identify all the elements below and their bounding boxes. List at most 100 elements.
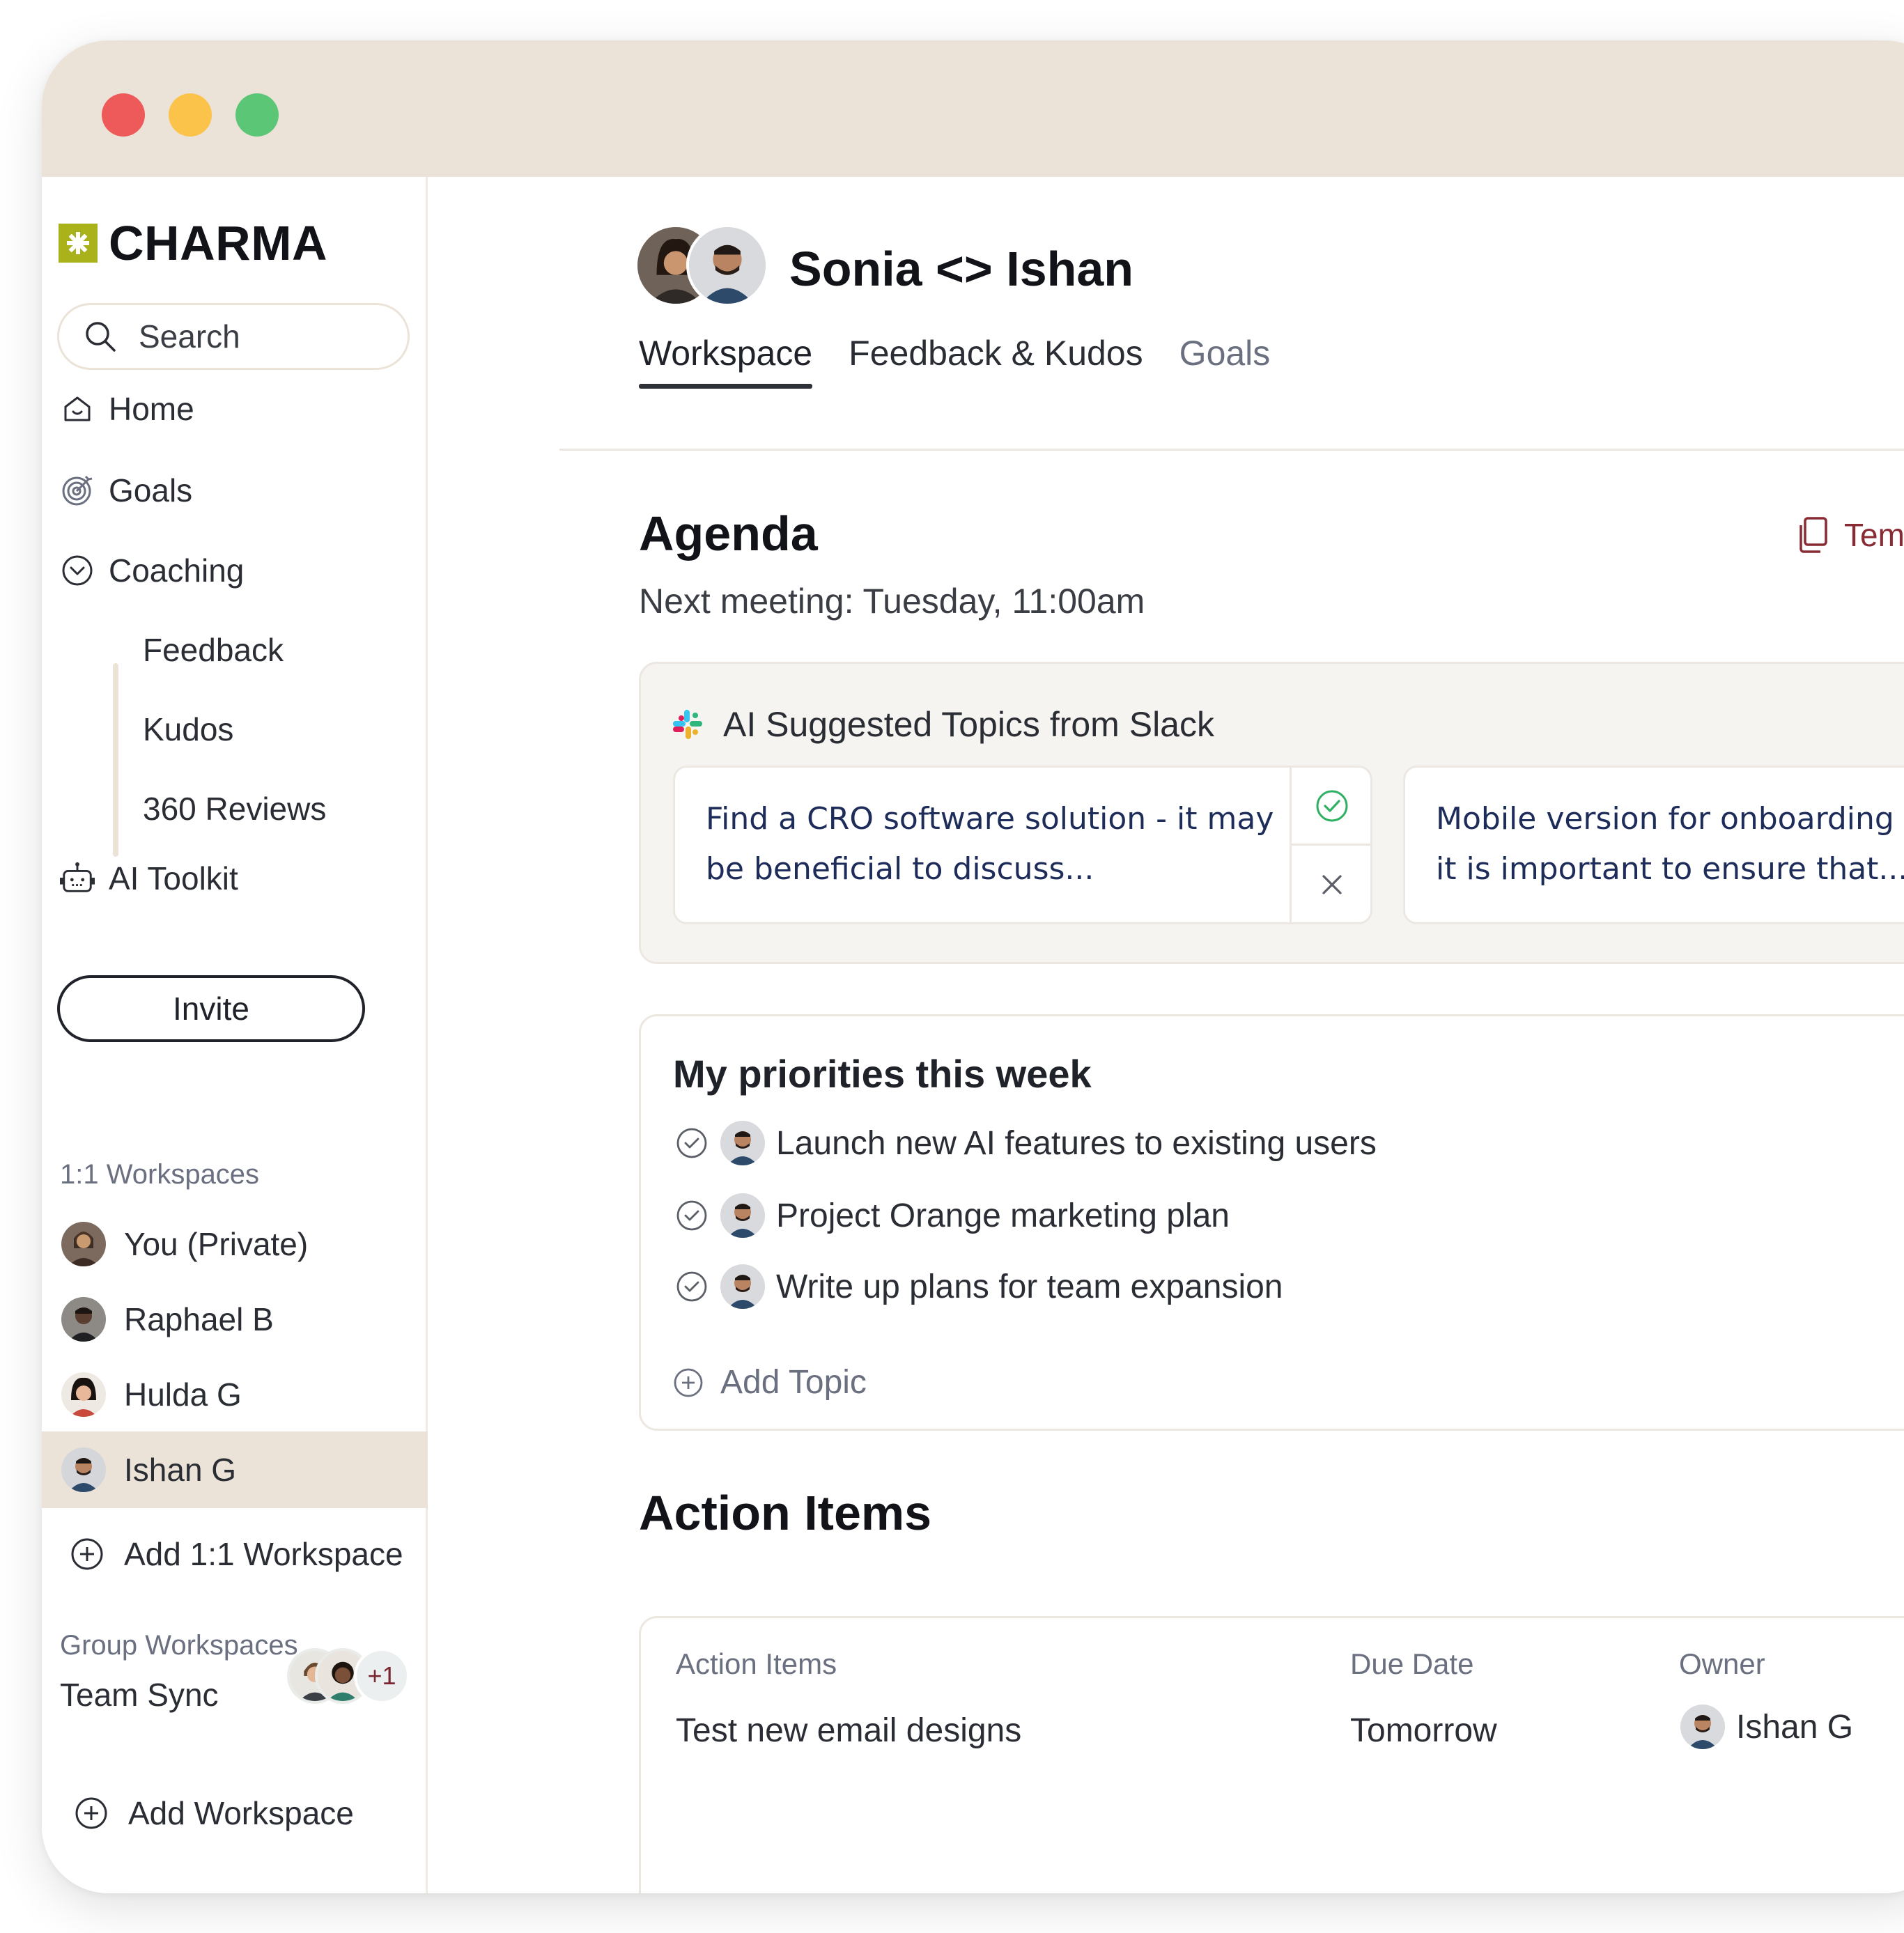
group-workspace-team-sync[interactable]: Team Sync [60, 1676, 219, 1714]
ai-panel-title: AI Suggested Topics from Slack [723, 705, 1214, 744]
title-bar [42, 40, 1904, 177]
avatar [720, 1121, 765, 1165]
workspace-item-hulda[interactable]: Hulda G [42, 1356, 428, 1433]
group-avatar-stack[interactable]: +1 [287, 1648, 411, 1705]
copy-icon [1799, 517, 1827, 553]
check-circle-icon[interactable] [676, 1127, 708, 1159]
action-item-text[interactable]: Test new email designs [676, 1711, 1021, 1750]
check-circle-icon [1316, 790, 1348, 821]
column-header-action-items[interactable]: Action Items [676, 1647, 837, 1681]
workspace-name: Hulda G [124, 1376, 242, 1413]
action-item-owner[interactable]: Ishan G [1680, 1705, 1853, 1749]
sidebar-item-360-reviews[interactable]: 360 Reviews [143, 790, 326, 828]
sidebar-item-label: AI Toolkit [109, 860, 238, 896]
accept-topic-button[interactable] [1292, 768, 1372, 846]
search-box[interactable] [57, 303, 410, 370]
check-circle-icon[interactable] [676, 1200, 708, 1232]
minimize-window-button[interactable] [169, 93, 212, 137]
suggested-topic-card[interactable]: Mobile version for onboarding f it is im… [1403, 766, 1904, 924]
one-on-one-workspaces-label: 1:1 Workspaces [60, 1159, 260, 1190]
add-group-workspace[interactable]: Add Workspace [74, 1794, 354, 1832]
topic-actions [1290, 768, 1372, 924]
sidebar-item-label: Home [109, 391, 194, 427]
avatar [686, 224, 768, 306]
avatar [61, 1372, 106, 1417]
extra-members-count: +1 [354, 1648, 410, 1704]
column-header-owner[interactable]: Owner [1679, 1647, 1765, 1681]
suggested-topic-card[interactable]: Find a CRO software solution - it may be… [673, 766, 1372, 924]
target-icon [60, 473, 95, 508]
avatar [61, 1297, 106, 1342]
close-icon [1322, 875, 1342, 894]
ai-panel-heading: AI Suggested Topics from Slack [672, 704, 1214, 745]
sidebar-item-label: Coaching [109, 552, 245, 589]
owner-name: Ishan G [1736, 1708, 1854, 1746]
ai-suggested-topics-panel: AI Suggested Topics from Slack Find a CR… [639, 662, 1904, 964]
priority-text: Launch new AI features to existing users [776, 1124, 1377, 1162]
avatar [1680, 1705, 1725, 1749]
topic-line: be beneficial to discuss... [706, 851, 1094, 887]
tab-goals[interactable]: Goals [1179, 333, 1271, 385]
sidebar: CHARMA Home Goals Coaching [42, 177, 428, 1893]
participant-avatars [635, 224, 770, 306]
sidebar-item-goals[interactable]: Goals [60, 472, 192, 509]
tabs-divider [559, 449, 1904, 451]
action-items-heading: Action Items [639, 1486, 932, 1540]
check-circle-icon[interactable] [676, 1271, 708, 1303]
home-icon [60, 391, 95, 426]
action-items-table: Action Items Due Date Owner Test new ema… [639, 1616, 1904, 1893]
topic-line: it is important to ensure that... [1436, 851, 1904, 887]
workspace-name: Raphael B [124, 1301, 274, 1337]
priority-item[interactable]: Launch new AI features to existing users [676, 1121, 1377, 1165]
workspace-item-you[interactable]: You (Private) [42, 1206, 428, 1282]
avatar [61, 1222, 106, 1266]
priority-text: Write up plans for team expansion [776, 1268, 1283, 1305]
avatar [720, 1193, 765, 1238]
tab-feedback-kudos[interactable]: Feedback & Kudos [849, 333, 1143, 385]
add-workspace-label: Add Workspace [128, 1795, 354, 1831]
workspace-item-ishan[interactable]: Ishan G [42, 1431, 428, 1508]
priority-item[interactable]: Write up plans for team expansion [676, 1264, 1283, 1309]
plus-circle-icon [75, 1797, 107, 1829]
tab-workspace[interactable]: Workspace [639, 333, 813, 389]
workspace-name: You (Private) [124, 1226, 309, 1262]
topic-line: Find a CRO software solution - it may [706, 801, 1274, 837]
sidebar-item-home[interactable]: Home [60, 390, 194, 428]
workspace-item-raphael[interactable]: Raphael B [42, 1281, 428, 1358]
priority-item[interactable]: Project Orange marketing plan [676, 1193, 1230, 1238]
templates-label: Templa [1844, 517, 1904, 553]
sidebar-item-kudos[interactable]: Kudos [143, 711, 233, 748]
coaching-subnav-line [113, 663, 118, 857]
search-icon [86, 322, 116, 352]
priorities-card: My priorities this week Launch new AI fe… [639, 1014, 1904, 1431]
close-window-button[interactable] [102, 93, 145, 137]
priority-text: Project Orange marketing plan [776, 1197, 1230, 1234]
search-input[interactable] [139, 318, 389, 355]
slack-icon [673, 710, 702, 739]
add-one-on-one-workspace[interactable]: Add 1:1 Workspace [70, 1535, 403, 1573]
workspace-name: Ishan G [124, 1452, 237, 1488]
page-title: Sonia <> Ishan [789, 242, 1134, 296]
templates-link[interactable]: Templa [1795, 515, 1904, 554]
brand-name: CHARMA [109, 216, 328, 270]
charma-logo[interactable]: CHARMA [59, 215, 327, 271]
add-topic-button[interactable]: Add Topic [673, 1363, 867, 1402]
sidebar-item-label: Goals [109, 472, 193, 509]
robot-icon [60, 861, 95, 896]
maximize-window-button[interactable] [235, 93, 279, 137]
plus-circle-icon [71, 1538, 103, 1570]
sidebar-item-ai-toolkit[interactable]: AI Toolkit [60, 860, 238, 897]
column-header-due-date[interactable]: Due Date [1350, 1647, 1473, 1681]
chevron-circle-icon [60, 553, 95, 588]
sidebar-item-coaching[interactable]: Coaching [60, 552, 244, 589]
workspace-tabs: Workspace Feedback & Kudos Goals [639, 333, 1306, 389]
add-topic-label: Add Topic [720, 1364, 867, 1401]
avatar [720, 1264, 765, 1309]
plus-circle-icon [674, 1368, 703, 1397]
reject-topic-button[interactable] [1292, 846, 1372, 924]
invite-button[interactable]: Invite [57, 975, 365, 1042]
sidebar-item-feedback[interactable]: Feedback [143, 631, 284, 669]
logo-mark-icon [59, 224, 98, 263]
action-item-due-date[interactable]: Tomorrow [1350, 1711, 1497, 1750]
main-content: Sonia <> Ishan Workspace Feedback & Kudo… [430, 177, 1904, 1893]
